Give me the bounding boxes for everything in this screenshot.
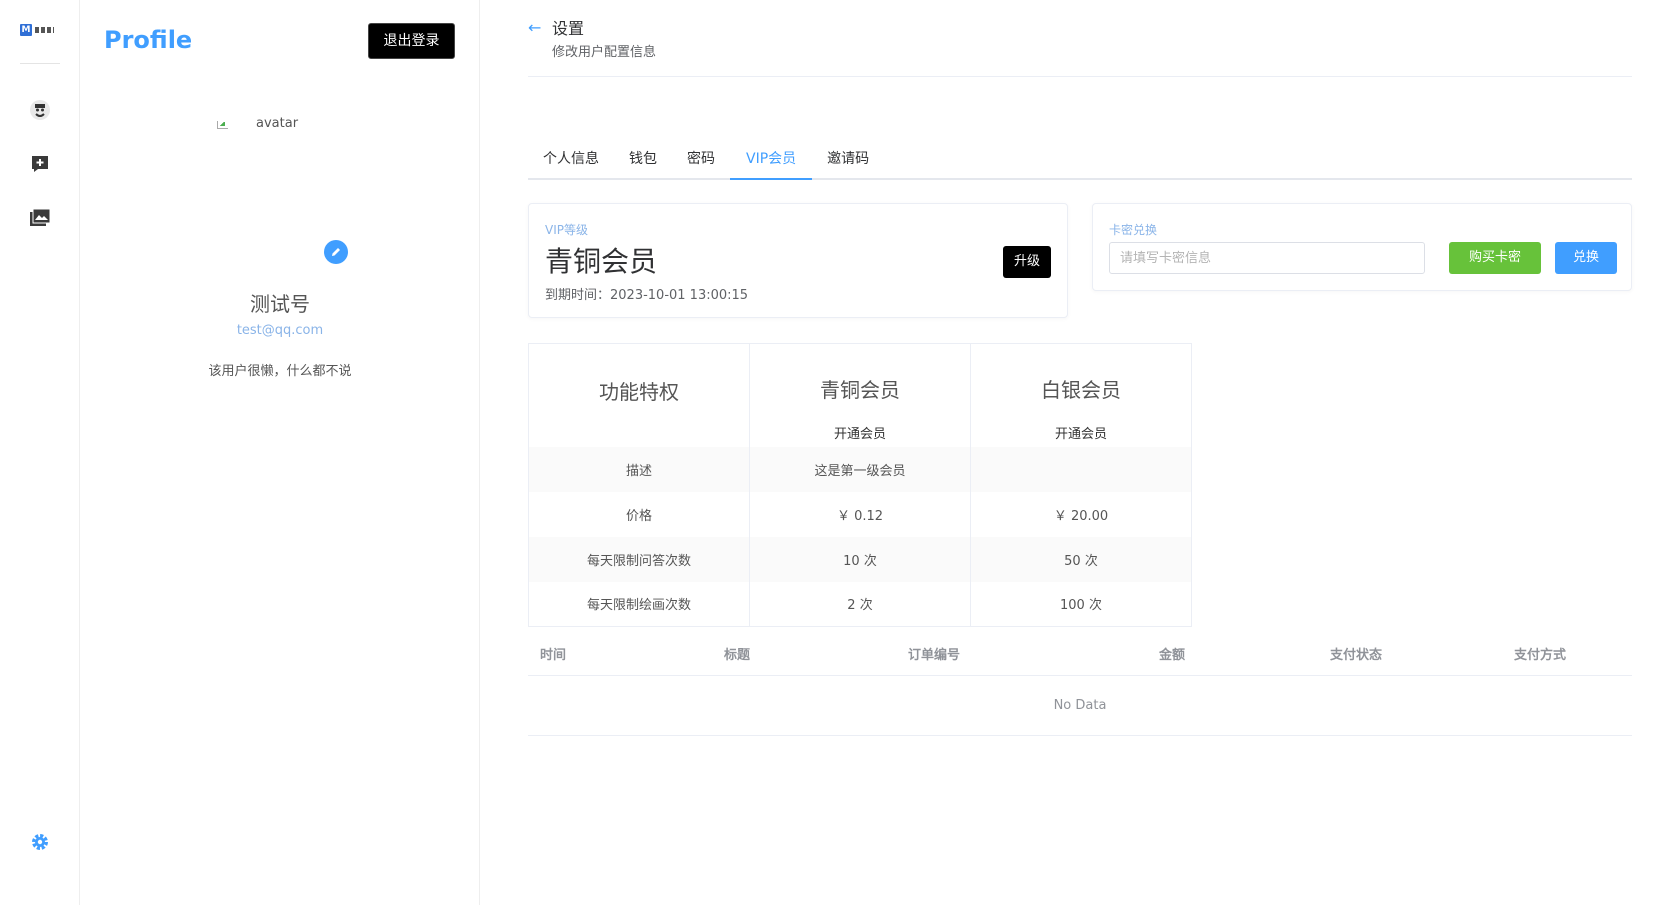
profile-title: Profile xyxy=(104,26,193,54)
image-gallery-icon[interactable] xyxy=(28,206,52,230)
privilege-header-row: 功能特权 青铜会员 开通会员 白银会员 开通会员 xyxy=(528,343,1192,447)
page-subtitle: 修改用户配置信息 xyxy=(552,45,657,60)
logout-button[interactable]: 退出登录 xyxy=(368,23,455,59)
table-row: 每天限制绘画次数 2 次 100 次 xyxy=(528,581,1192,627)
vip-level-value: 青铜会员 xyxy=(545,245,658,278)
table-cell: 100 次 xyxy=(970,581,1192,627)
column-header-time[interactable]: 时间 xyxy=(528,636,712,675)
table-row: 描述 这是第一级会员 xyxy=(528,446,1192,492)
privilege-header-cell: 白银会员 开通会员 xyxy=(970,343,1192,447)
column-header-order-no[interactable]: 订单编号 xyxy=(896,636,1080,675)
back-arrow-icon[interactable]: ← xyxy=(528,18,541,37)
page-title: 设置 xyxy=(552,19,585,38)
broken-image-icon xyxy=(216,118,228,130)
table-cell: 2 次 xyxy=(749,581,971,627)
rail-divider xyxy=(20,63,60,64)
app-root: M Profile 退出登录 avatar 测试号 test@qq.com 该用… xyxy=(0,0,1680,905)
column-header-title[interactable]: 标题 xyxy=(712,636,896,675)
table-cell xyxy=(970,446,1192,492)
tab-profile-info[interactable]: 个人信息 xyxy=(528,140,614,180)
table-cell: 10 次 xyxy=(749,536,971,582)
vip-expire-time: 到期时间：2023-10-01 13:00:15 xyxy=(545,288,749,303)
order-table-header: 时间 标题 订单编号 金额 支付状态 支付方式 xyxy=(528,636,1632,676)
open-membership-link[interactable]: 开通会员 xyxy=(971,423,1191,442)
buy-card-button[interactable]: 购买卡密 xyxy=(1449,242,1541,274)
upgrade-button[interactable]: 升级 xyxy=(1003,246,1051,278)
main-content: ← 设置 修改用户配置信息 个人信息 钱包 密码 VIP会员 邀请码 VIP等级… xyxy=(528,0,1632,905)
card-redeem-card: 卡密兑换 购买卡密 兑换 xyxy=(1092,203,1632,291)
avatar-robot-icon[interactable] xyxy=(28,98,52,122)
tab-password[interactable]: 密码 xyxy=(672,140,730,180)
edit-profile-button[interactable] xyxy=(324,240,348,264)
order-table: 时间 标题 订单编号 金额 支付状态 支付方式 No Data xyxy=(528,636,1632,736)
vip-level-card: VIP等级 青铜会员 到期时间：2023-10-01 13:00:15 升级 xyxy=(528,203,1068,318)
column-header-amount[interactable]: 金额 xyxy=(1080,636,1264,675)
avatar: avatar xyxy=(216,116,298,131)
username: 测试号 xyxy=(250,292,310,316)
tab-wallet[interactable]: 钱包 xyxy=(614,140,672,180)
empty-state-text: No Data xyxy=(528,676,1632,736)
table-cell: 每天限制绘画次数 xyxy=(528,581,750,627)
avatar-alt-text: avatar xyxy=(256,116,299,131)
open-membership-link[interactable]: 开通会员 xyxy=(750,423,970,442)
exchange-button[interactable]: 兑换 xyxy=(1555,242,1617,274)
column-header-pay-status[interactable]: 支付状态 xyxy=(1264,636,1448,675)
user-bio: 该用户很懒，什么都不说 xyxy=(208,364,352,379)
settings-gear-icon[interactable] xyxy=(28,830,52,854)
column-header-pay-method[interactable]: 支付方式 xyxy=(1448,636,1632,675)
left-icon-rail: M xyxy=(0,0,80,905)
vip-level-label: VIP等级 xyxy=(545,223,588,237)
page-header: ← 设置 修改用户配置信息 xyxy=(528,14,1632,77)
card-code-input[interactable] xyxy=(1109,242,1425,274)
table-row: 每天限制问答次数 10 次 50 次 xyxy=(528,536,1192,582)
table-row: 价格 ￥ 0.12 ￥ 20.00 xyxy=(528,491,1192,537)
privilege-header-cell: 功能特权 xyxy=(528,343,750,447)
privilege-header-cell: 青铜会员 开通会员 xyxy=(749,343,971,447)
table-cell: ￥ 20.00 xyxy=(970,491,1192,537)
profile-panel: Profile 退出登录 avatar 测试号 test@qq.com 该用户很… xyxy=(80,0,480,905)
table-cell: 每天限制问答次数 xyxy=(528,536,750,582)
table-cell: 描述 xyxy=(528,446,750,492)
settings-tabs: 个人信息 钱包 密码 VIP会员 邀请码 xyxy=(528,140,1632,180)
card-redeem-label: 卡密兑换 xyxy=(1109,223,1158,237)
chat-add-icon[interactable] xyxy=(28,152,52,176)
privilege-table: 功能特权 青铜会员 开通会员 白银会员 开通会员 描述 这是第一级会员 价格 ￥… xyxy=(528,343,1192,627)
pencil-icon xyxy=(332,248,340,256)
tab-vip[interactable]: VIP会员 xyxy=(730,140,813,180)
table-cell: ￥ 0.12 xyxy=(749,491,971,537)
logo-icon[interactable]: M xyxy=(20,24,54,36)
table-cell: 价格 xyxy=(528,491,750,537)
user-email: test@qq.com xyxy=(236,323,324,338)
table-cell: 这是第一级会员 xyxy=(749,446,971,492)
tab-invite-code[interactable]: 邀请码 xyxy=(812,140,884,180)
table-cell: 50 次 xyxy=(970,536,1192,582)
